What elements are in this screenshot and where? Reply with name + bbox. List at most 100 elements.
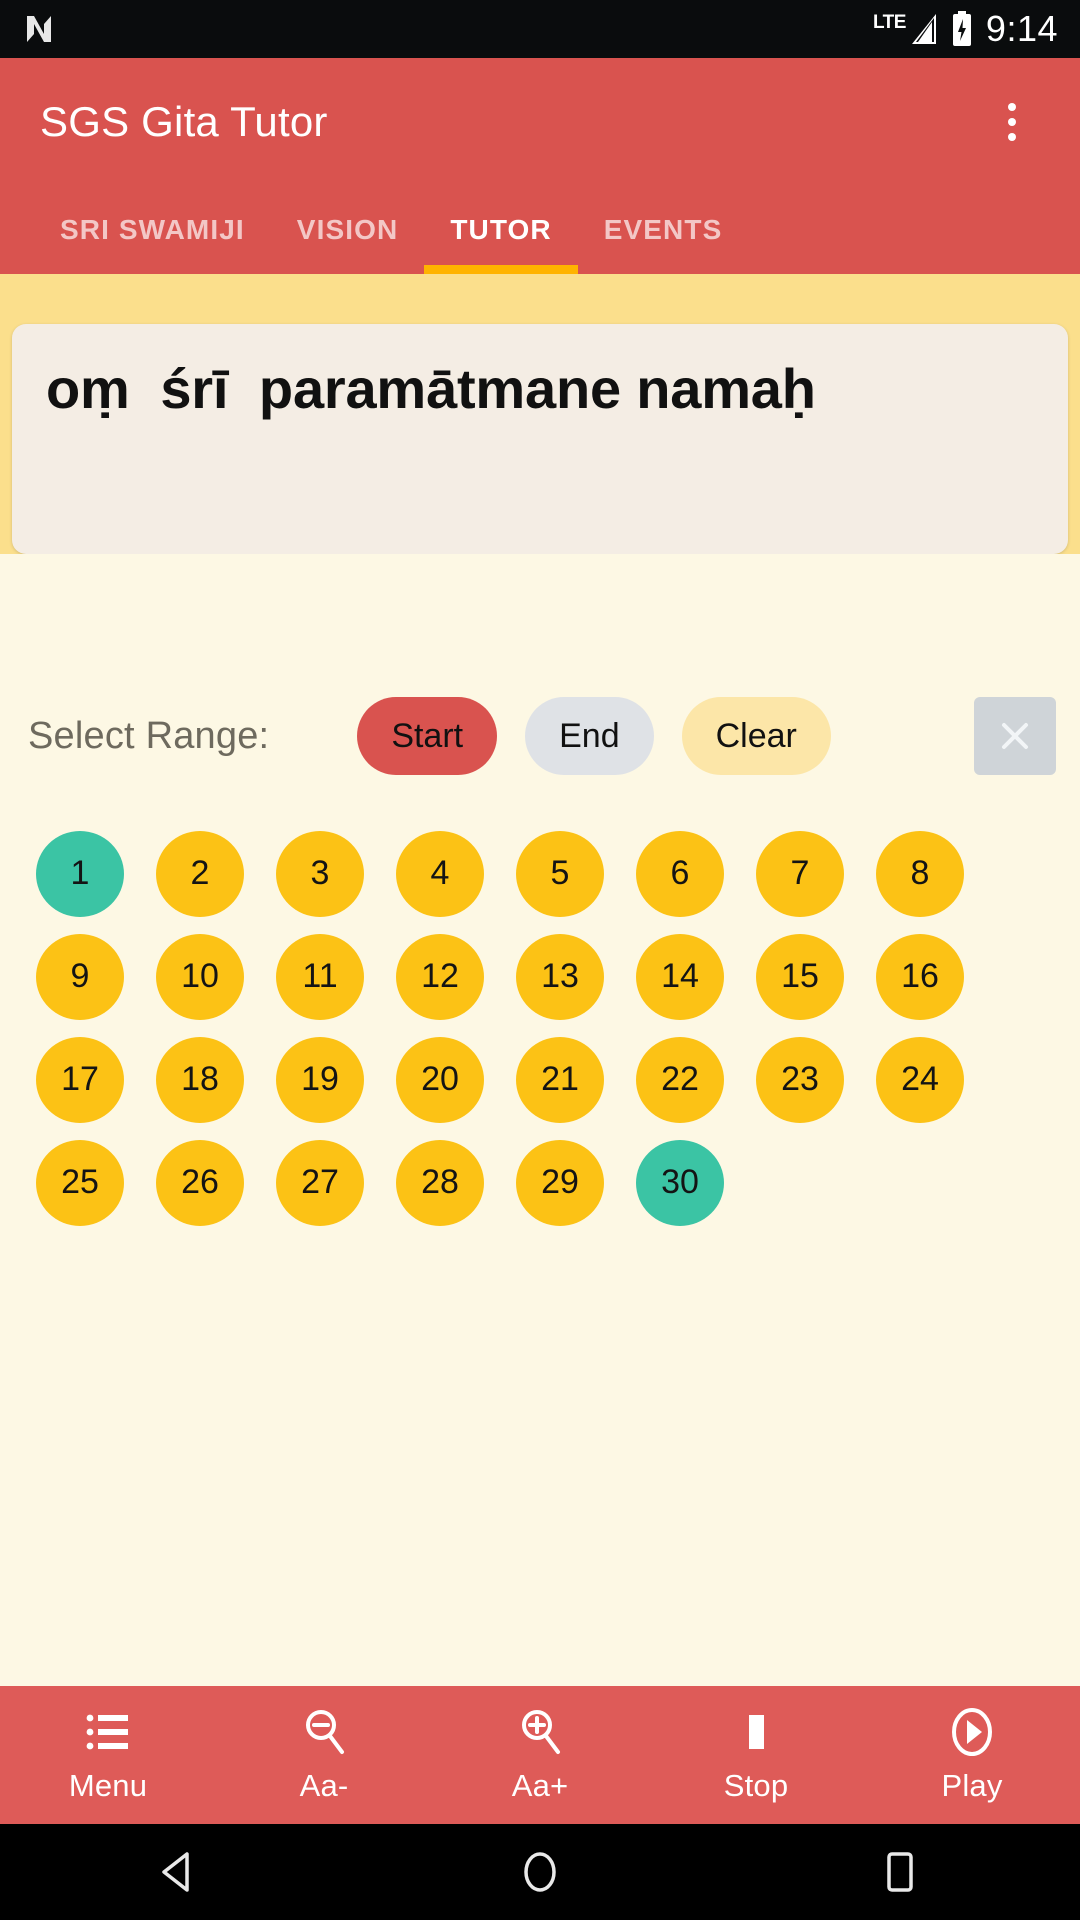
verse-card[interactable]: oṃ śrī paramātmane namaḥ (12, 324, 1068, 554)
status-bar-right: LTE 9:14 (873, 8, 1058, 50)
verse-number-button[interactable]: 20 (396, 1036, 484, 1123)
recents-square-icon[interactable] (830, 1824, 970, 1920)
android-nav-bar (0, 1824, 1080, 1920)
battery-charging-icon (950, 11, 974, 47)
verse-number-cell: 25 (20, 1131, 140, 1234)
zoom-out-icon (300, 1706, 348, 1758)
verse-number-cell: 10 (140, 925, 260, 1028)
select-range-label: Select Range: (28, 714, 270, 757)
app-bar: SGS Gita Tutor SRI SWAMIJI VISION TUTOR … (0, 58, 1080, 274)
back-triangle-icon[interactable] (110, 1824, 250, 1920)
verse-number-button[interactable]: 6 (636, 830, 724, 917)
tutor-content: Select Range: Start End Clear 1234567891… (0, 554, 1080, 1686)
verse-number-button[interactable]: 14 (636, 933, 724, 1020)
bottom-toolbar: Menu Aa- Aa+ Stop Play (0, 1686, 1080, 1824)
verse-number-cell: 30 (620, 1131, 740, 1234)
toolbar-label: Aa+ (511, 1768, 569, 1803)
verse-band: oṃ śrī paramātmane namaḥ (0, 274, 1080, 554)
n-logo-icon (22, 12, 56, 46)
app-screen: LTE 9:14 SGS Gita Tutor SRI SWAMIJI VISI… (0, 0, 1080, 1920)
play-circle-icon (946, 1706, 998, 1758)
verse-number-button[interactable]: 17 (36, 1036, 124, 1123)
verse-number-cell: 20 (380, 1028, 500, 1131)
verse-number-cell: 17 (20, 1028, 140, 1131)
toolbar-font-decrease-button[interactable]: Aa- (216, 1686, 432, 1824)
verse-number-cell: 26 (140, 1131, 260, 1234)
verse-number-cell: 15 (740, 925, 860, 1028)
tab-label: VISION (296, 214, 399, 245)
tab-label: TUTOR (450, 214, 552, 245)
verse-number-button[interactable]: 12 (396, 933, 484, 1020)
status-clock: 9:14 (985, 8, 1058, 49)
verse-number-button[interactable]: 2 (156, 830, 244, 917)
verse-number-cell: 1 (20, 822, 140, 925)
range-end-button[interactable]: End (525, 697, 654, 775)
verse-number-cell: 12 (380, 925, 500, 1028)
verse-number-cell: 16 (860, 925, 980, 1028)
tab-label: EVENTS (603, 214, 723, 245)
verse-number-cell: 24 (860, 1028, 980, 1131)
tab-events[interactable]: EVENTS (578, 186, 749, 274)
verse-number-button[interactable]: 3 (276, 830, 364, 917)
verse-number-button[interactable]: 18 (156, 1036, 244, 1123)
range-button-group: Start End Clear (357, 697, 831, 775)
verse-number-cell: 13 (500, 925, 620, 1028)
select-range-row: Select Range: Start End Clear (0, 697, 1080, 775)
verse-number-cell: 19 (260, 1028, 380, 1131)
network-label: LTE (872, 12, 906, 33)
verse-number-button[interactable]: 27 (276, 1139, 364, 1226)
verse-number-button[interactable]: 28 (396, 1139, 484, 1226)
toolbar-label: Aa- (299, 1768, 349, 1803)
app-bar-top-row: SGS Gita Tutor (0, 58, 1080, 186)
verse-number-button[interactable]: 4 (396, 830, 484, 917)
list-menu-icon (84, 1706, 132, 1758)
toolbar-stop-button[interactable]: Stop (648, 1686, 864, 1824)
verse-number-button[interactable]: 15 (756, 933, 844, 1020)
verse-number-button[interactable]: 30 (636, 1139, 724, 1226)
verse-number-button[interactable]: 26 (156, 1139, 244, 1226)
verse-number-button[interactable]: 9 (36, 933, 124, 1020)
tab-tutor[interactable]: TUTOR (424, 186, 579, 274)
verse-number-button[interactable]: 1 (36, 830, 124, 917)
verse-number-cell: 11 (260, 925, 380, 1028)
tab-vision[interactable]: VISION (271, 186, 425, 274)
page-title: SGS Gita Tutor (40, 98, 328, 145)
verse-number-button[interactable]: 19 (276, 1036, 364, 1123)
stop-square-icon (734, 1706, 778, 1758)
verse-number-button[interactable]: 10 (156, 933, 244, 1020)
zoom-in-icon (516, 1706, 564, 1758)
toolbar-label: Play (941, 1768, 1003, 1803)
verse-number-button[interactable]: 29 (516, 1139, 604, 1226)
close-icon[interactable] (974, 697, 1056, 775)
verse-number-button[interactable]: 8 (876, 830, 964, 917)
verse-number-grid: 1 2 3 4 5 6 7 8 9 10 11 12 13 14 15 16 17 18 19 20 21 22 23 24 2… (0, 822, 1080, 1234)
verse-number-button[interactable]: 24 (876, 1036, 964, 1123)
verse-number-cell: 7 (740, 822, 860, 925)
verse-number-button[interactable]: 11 (276, 933, 364, 1020)
toolbar-label: Menu (68, 1768, 148, 1803)
verse-number-button[interactable]: 25 (36, 1139, 124, 1226)
range-start-button[interactable]: Start (357, 697, 498, 775)
toolbar-play-button[interactable]: Play (864, 1686, 1080, 1824)
toolbar-font-increase-button[interactable]: Aa+ (432, 1686, 648, 1824)
verse-number-button[interactable]: 21 (516, 1036, 604, 1123)
home-circle-icon[interactable] (470, 1824, 610, 1920)
verse-number-button[interactable]: 16 (876, 933, 964, 1020)
status-bar-left (22, 12, 56, 46)
verse-number-cell: 5 (500, 822, 620, 925)
network-indicator: LTE (873, 12, 938, 46)
verse-number-cell: 3 (260, 822, 380, 925)
range-clear-button[interactable]: Clear (681, 697, 831, 775)
tab-label: SRI SWAMIJI (60, 214, 245, 245)
verse-number-button[interactable]: 22 (636, 1036, 724, 1123)
verse-number-cell: 22 (620, 1028, 740, 1131)
tab-sri-swamiji[interactable]: SRI SWAMIJI (34, 186, 271, 274)
verse-number-button[interactable]: 23 (756, 1036, 844, 1123)
toolbar-menu-button[interactable]: Menu (0, 1686, 216, 1824)
signal-bars-icon (908, 12, 938, 46)
more-vertical-icon[interactable] (984, 87, 1040, 157)
verse-number-button[interactable]: 13 (516, 933, 604, 1020)
verse-number-button[interactable]: 7 (756, 830, 844, 917)
verse-number-cell: 23 (740, 1028, 860, 1131)
verse-number-button[interactable]: 5 (516, 830, 604, 917)
